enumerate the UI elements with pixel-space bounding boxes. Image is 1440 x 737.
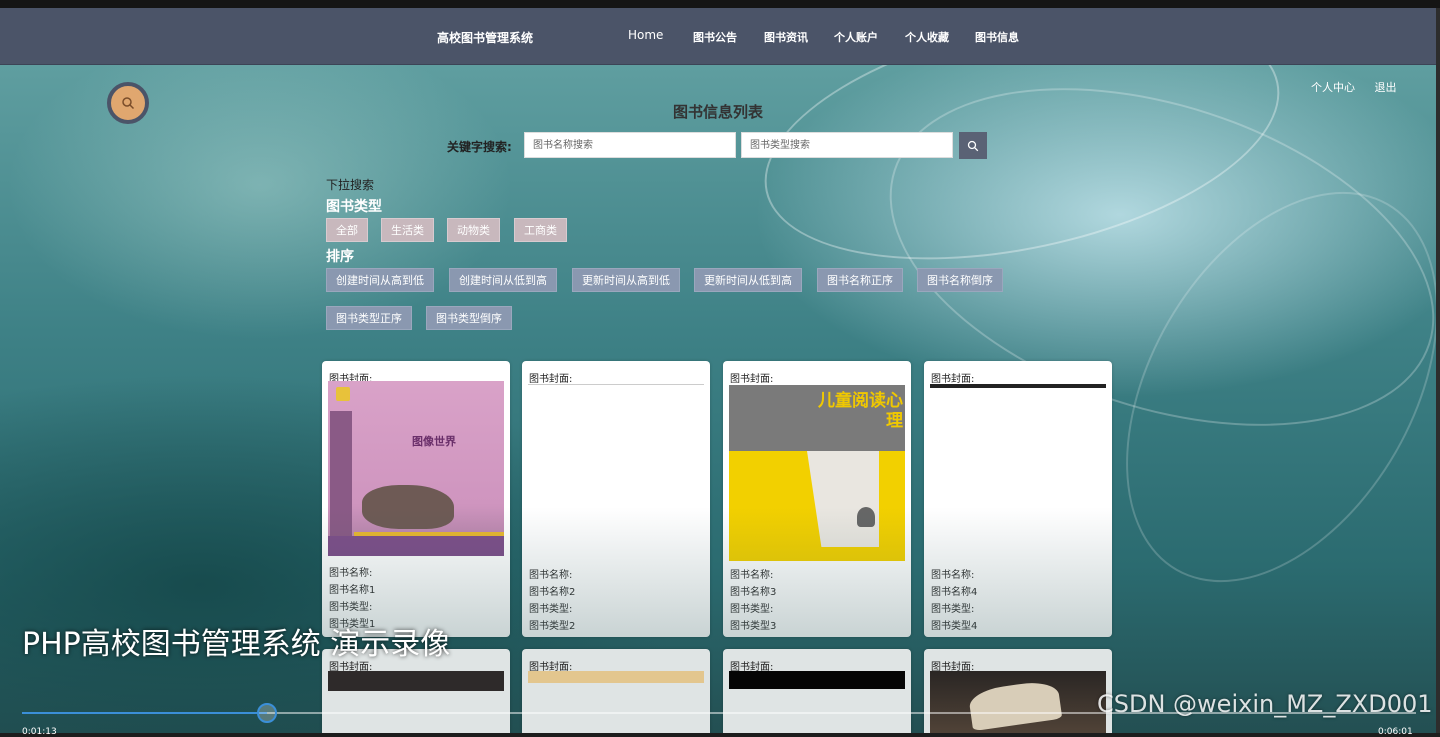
book-card[interactable]: 图书封面: [723,649,911,733]
sort-type-desc[interactable]: 图书类型倒序 [426,306,512,330]
nav-book-news[interactable]: 图书资讯 [764,29,808,45]
search-label: 关键字搜索: [447,140,512,154]
book-cover-image [328,671,504,691]
cover-label: 图书封面: [730,374,774,385]
book-card[interactable]: 图书封面: 儿童阅读心理 图书名称: 图书名称3 图书类型: 图书类型3 [723,361,911,637]
video-caption: PHP高校图书管理系统 演示录像 [22,627,451,662]
book-name-value: 图书名称1 [329,585,376,596]
book-type-heading: 图书类型 [326,199,382,215]
book-card[interactable]: 图书封面: 图书名称: 图书名称2 图书类型: 图书类型2 [522,361,710,637]
cover-label: 图书封面: [931,374,975,385]
sort-heading: 排序 [326,249,354,265]
type-chip-business[interactable]: 工商类 [514,218,567,242]
video-progress-fill [22,712,268,714]
book-name-search-input[interactable] [524,132,736,158]
video-time-current: 0:01:13 [22,727,57,737]
book-card[interactable]: 图书封面: 图书名称: 图书名称4 图书类型: 图书类型4 [924,361,1112,637]
book-name-label: 图书名称: [529,570,573,581]
book-card[interactable]: 图书封面: 图像世界 图书名称: 图书名称1 图书类型: 图书类型1 [322,361,510,637]
book-card[interactable]: 图书封面: [522,649,710,733]
book-card[interactable]: 图书封面: [924,649,1112,733]
sort-created-asc[interactable]: 创建时间从低到高 [449,268,557,292]
video-progress-bar[interactable] [22,703,1416,723]
search-icon [967,140,979,151]
book-name-value: 图书名称2 [529,587,576,598]
book-type-value: 图书类型2 [529,621,576,632]
user-links: 个人中心 退出 [1311,79,1413,95]
type-chip-all[interactable]: 全部 [326,218,368,242]
book-type-label: 图书类型: [730,604,774,615]
user-center-link[interactable]: 个人中心 [1311,81,1355,94]
nav-account[interactable]: 个人账户 [834,29,878,45]
nav-book-info[interactable]: 图书信息 [975,29,1019,45]
nav-favorites[interactable]: 个人收藏 [905,29,949,45]
cover-illustration [362,485,454,529]
book-cover-image [528,671,704,683]
cover-open-book [967,678,1063,732]
book-type-label: 图书类型: [931,604,975,615]
dropdown-filter-label: 下拉搜索 [326,178,375,192]
cover-child-figure [857,507,875,527]
video-time-total: 0:06:01 [1378,727,1413,737]
book-cover-image: 儿童阅读心理 [729,385,905,561]
type-chip-life[interactable]: 生活类 [381,218,434,242]
sort-type-asc[interactable]: 图书类型正序 [326,306,412,330]
page-title: 图书信息列表 [672,103,763,121]
book-type-search-input[interactable] [741,132,953,158]
window-top-strip [0,0,1440,8]
search-button[interactable] [959,132,987,159]
sort-name-asc[interactable]: 图书名称正序 [817,268,903,292]
cover-label: 图书封面: [529,374,573,385]
book-cover-image [729,671,905,689]
sort-name-desc[interactable]: 图书名称倒序 [917,268,1003,292]
book-name-label: 图书名称: [931,570,975,581]
logout-link[interactable]: 退出 [1375,81,1397,94]
site-title: 高校图书管理系统 [437,31,534,45]
book-type-label: 图书类型: [329,602,373,613]
book-name-value: 图书名称4 [931,587,978,598]
book-type-value: 图书类型3 [730,621,777,632]
publisher-logo [336,387,350,401]
book-name-label: 图书名称: [730,570,774,581]
book-cover-image [930,671,1106,733]
cover-bottom-band [328,536,504,556]
book-name-value: 图书名称3 [730,587,777,598]
book-type-value: 图书类型4 [931,621,978,632]
sort-updated-desc[interactable]: 更新时间从高到低 [572,268,680,292]
book-cover-image: 图像世界 [328,381,504,556]
sort-updated-asc[interactable]: 更新时间从低到高 [694,268,802,292]
cover-title: 儿童阅读心理 [818,391,903,431]
sort-created-desc[interactable]: 创建时间从高到低 [326,268,434,292]
cover-image-placeholder [528,384,704,385]
nav-home[interactable]: Home [628,28,663,42]
cover-title: 图像世界 [412,435,456,448]
type-chip-animal[interactable]: 动物类 [447,218,500,242]
nav-book-notice[interactable]: 图书公告 [693,29,737,45]
cover-image-placeholder [930,384,1106,388]
book-name-label: 图书名称: [329,568,373,579]
top-navbar: 高校图书管理系统 Home 图书公告 图书资讯 个人账户 个人收藏 图书信息 [0,8,1436,65]
book-spine [330,411,352,541]
scrollbar[interactable] [1436,8,1440,733]
cover-yellow-stripe [354,532,504,536]
book-type-label: 图书类型: [529,604,573,615]
